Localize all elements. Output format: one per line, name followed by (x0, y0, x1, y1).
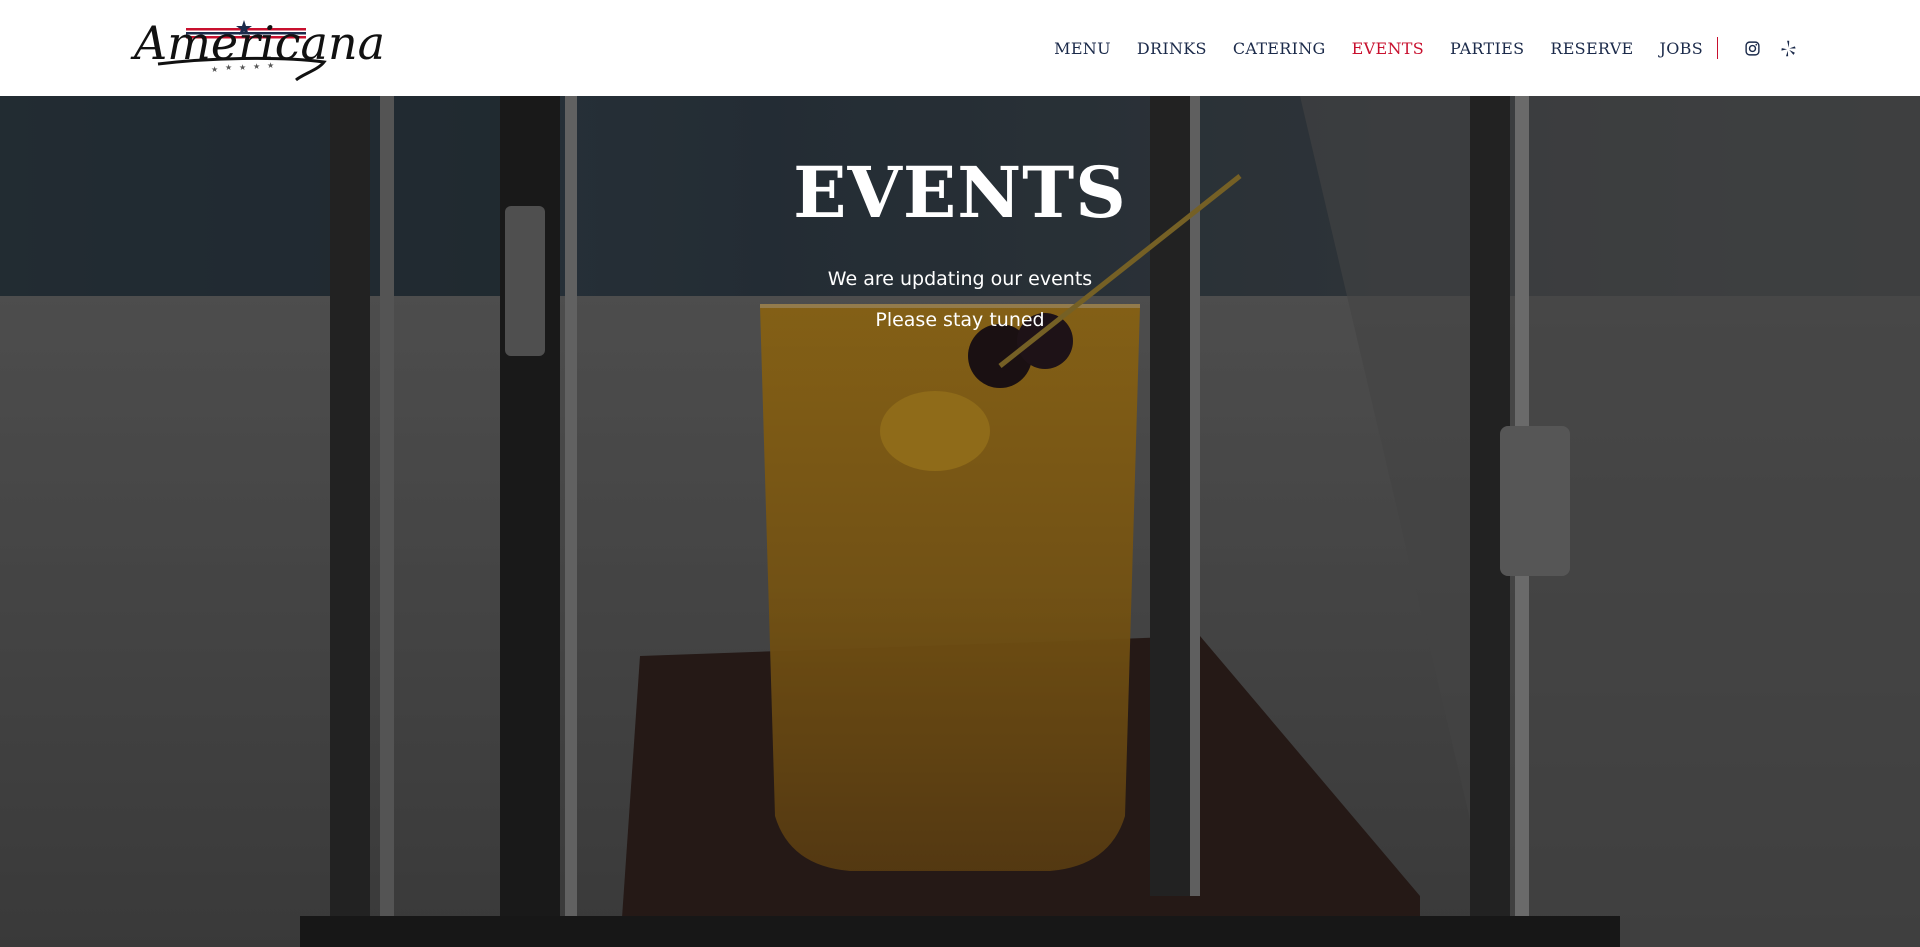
page-title: EVENTS (793, 151, 1127, 234)
yelp-icon[interactable] (1778, 38, 1798, 58)
hero-section: EVENTS We are updating our events Please… (0, 96, 1920, 947)
site-header: ★ ★ ★ ★ ★ Americana MENU DRINKS CATERING… (0, 0, 1920, 96)
nav-item-jobs[interactable]: JOBS (1660, 39, 1703, 58)
nav-item-catering[interactable]: CATERING (1233, 39, 1326, 58)
americana-logo[interactable]: ★ ★ ★ ★ ★ Americana (128, 12, 385, 82)
nav-item-parties[interactable]: PARTIES (1450, 39, 1524, 58)
logo-wordmark: Americana (134, 16, 386, 70)
main-nav: MENU DRINKS CATERING EVENTS PARTIES RESE… (1028, 0, 1804, 96)
hero-subtitle-line-2: Please stay tuned (875, 309, 1045, 331)
nav-item-menu[interactable]: MENU (1054, 39, 1111, 58)
nav-item-events[interactable]: EVENTS (1352, 39, 1424, 58)
nav-item-reserve[interactable]: RESERVE (1550, 39, 1633, 58)
hero-subtitle-line-1: We are updating our events (827, 268, 1093, 290)
nav-item-drinks[interactable]: DRINKS (1137, 39, 1207, 58)
nav-divider (1717, 37, 1718, 59)
instagram-icon[interactable] (1742, 38, 1762, 58)
hero-content: EVENTS We are updating our events Please… (0, 96, 1920, 330)
